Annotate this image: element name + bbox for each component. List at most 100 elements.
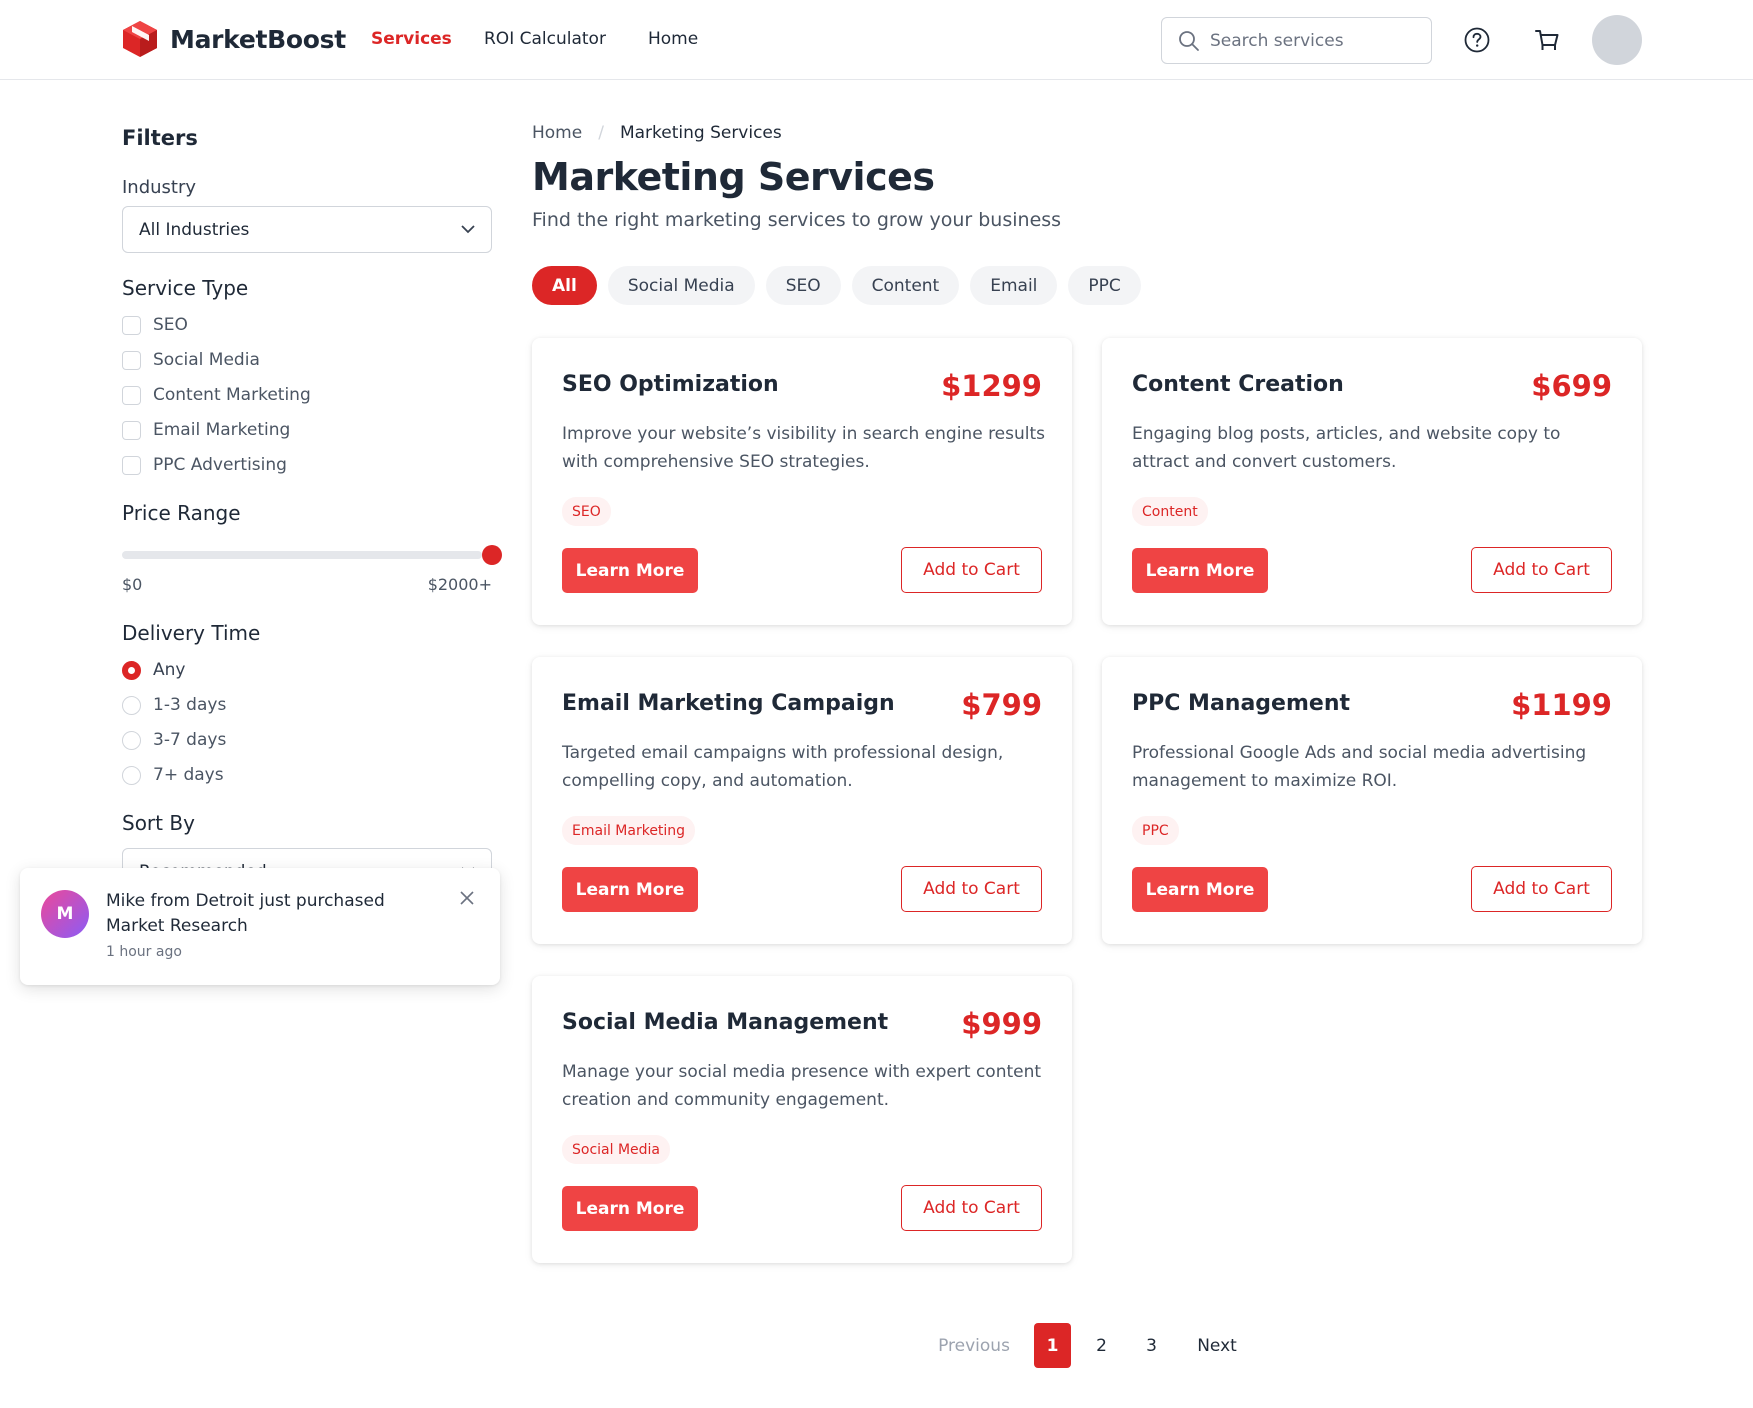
service-tag: SEO [562, 497, 611, 526]
service-title: Social Media Management [562, 1010, 889, 1035]
checkbox-box[interactable] [122, 315, 141, 335]
service-description: Manage your social media presence with e… [562, 1062, 1042, 1110]
service-title: SEO Optimization [562, 372, 779, 397]
sort-by-label: Sort By [122, 811, 195, 835]
price-slider-track[interactable] [122, 551, 482, 559]
radio-button[interactable] [122, 660, 141, 680]
category-chips: All Social Media SEO Content Email PPC [532, 266, 1141, 305]
breadcrumb-home[interactable]: Home [532, 123, 582, 143]
service-price: $1199 [1511, 688, 1612, 722]
purchase-notification-toast: M Mike from Detroit just purchased Marke… [20, 868, 500, 985]
cube-logo-icon [123, 21, 157, 57]
pagination-next[interactable]: Next [1190, 1323, 1244, 1368]
breadcrumb: Home / Marketing Services [532, 123, 782, 143]
service-description: Professional Google Ads and social media… [1132, 743, 1587, 791]
radio-label: Any [153, 660, 186, 680]
pagination-page[interactable]: 1 [1034, 1323, 1071, 1368]
page-subtitle: Find the right marketing services to gro… [532, 209, 1062, 231]
checkbox-ppc-advertising[interactable]: PPC Advertising [122, 455, 287, 475]
checkbox-seo[interactable]: SEO [122, 315, 188, 335]
chip-content[interactable]: Content [851, 266, 960, 305]
breadcrumb-current: Marketing Services [619, 123, 782, 143]
learn-more-button[interactable]: Learn More [562, 548, 698, 593]
search-box[interactable] [1161, 17, 1432, 64]
radio-any[interactable]: Any [122, 660, 185, 680]
service-price: $799 [961, 688, 1042, 722]
help-icon [1464, 27, 1490, 53]
toast-avatar: M [41, 890, 89, 938]
checkbox-email-marketing[interactable]: Email Marketing [122, 420, 290, 440]
checkbox-label: Content Marketing [153, 385, 311, 405]
nav-home[interactable]: Home [648, 29, 698, 49]
radio-label: 3-7 days [153, 730, 227, 750]
pagination-previous[interactable]: Previous [934, 1323, 1014, 1368]
service-title: PPC Management [1132, 691, 1350, 716]
service-card: SEO Optimization $1299 Improve your webs… [532, 338, 1072, 625]
checkbox-label: SEO [153, 315, 188, 335]
add-to-cart-button[interactable]: Add to Cart [901, 547, 1042, 593]
service-description: Improve your website’s visibility in sea… [562, 424, 1046, 472]
service-card: Email Marketing Campaign $799 Targeted e… [532, 657, 1072, 944]
help-button[interactable] [1463, 26, 1491, 54]
top-header: MarketBoost Services ROI Calculator Home [0, 0, 1753, 80]
radio-label: 7+ days [153, 765, 224, 785]
learn-more-button[interactable]: Learn More [562, 867, 698, 912]
add-to-cart-button[interactable]: Add to Cart [1471, 866, 1612, 912]
page-title: Marketing Services [532, 155, 935, 199]
toast-timestamp: 1 hour ago [106, 944, 182, 960]
checkbox-box[interactable] [122, 455, 141, 475]
industry-select[interactable]: All Industries [122, 206, 492, 253]
checkbox-box[interactable] [122, 350, 141, 370]
cart-button[interactable] [1533, 26, 1561, 54]
price-max-label: $2000+ [427, 575, 492, 594]
industry-label: Industry [122, 177, 197, 198]
service-title: Content Creation [1132, 372, 1344, 397]
radio-3-7-days[interactable]: 3-7 days [122, 730, 226, 750]
radio-7-plus-days[interactable]: 7+ days [122, 765, 224, 785]
price-slider-thumb[interactable] [482, 545, 502, 565]
service-card: Content Creation $699 Engaging blog post… [1102, 338, 1642, 625]
price-range-label: Price Range [122, 501, 241, 525]
search-input[interactable] [1210, 30, 1410, 51]
learn-more-button[interactable]: Learn More [1132, 867, 1268, 912]
nav-services[interactable]: Services [371, 29, 452, 49]
filters-title: Filters [122, 126, 198, 150]
service-price: $999 [961, 1007, 1042, 1041]
service-description: Engaging blog posts, articles, and websi… [1132, 424, 1561, 472]
search-icon [1179, 30, 1199, 51]
add-to-cart-button[interactable]: Add to Cart [901, 866, 1042, 912]
checkbox-label: Social Media [153, 350, 260, 370]
radio-label: 1-3 days [153, 695, 227, 715]
service-card: Social Media Management $999 Manage your… [532, 976, 1072, 1263]
radio-button[interactable] [122, 730, 141, 750]
learn-more-button[interactable]: Learn More [562, 1186, 698, 1231]
brand-name: MarketBoost [170, 24, 346, 54]
pagination: Previous 1 2 3 Next [0, 1323, 1753, 1368]
chip-social-media[interactable]: Social Media [607, 266, 755, 305]
nav-roi-calculator[interactable]: ROI Calculator [484, 29, 606, 49]
checkbox-box[interactable] [122, 385, 141, 405]
chip-ppc[interactable]: PPC [1068, 266, 1141, 305]
chip-email[interactable]: Email [970, 266, 1058, 305]
cart-icon [1535, 30, 1559, 50]
learn-more-button[interactable]: Learn More [1132, 548, 1268, 593]
add-to-cart-button[interactable]: Add to Cart [901, 1185, 1042, 1231]
add-to-cart-button[interactable]: Add to Cart [1471, 547, 1612, 593]
service-tag: Email Marketing [562, 816, 696, 845]
checkbox-box[interactable] [122, 420, 141, 440]
radio-button[interactable] [122, 695, 141, 715]
chip-seo[interactable]: SEO [765, 266, 841, 305]
checkbox-content-marketing[interactable]: Content Marketing [122, 385, 311, 405]
checkbox-social-media[interactable]: Social Media [122, 350, 260, 370]
checkbox-label: Email Marketing [153, 420, 291, 440]
service-tag: Content [1132, 497, 1208, 526]
brand-logo[interactable]: MarketBoost [122, 20, 346, 58]
toast-close-button[interactable] [460, 890, 478, 908]
pagination-page[interactable]: 3 [1133, 1323, 1170, 1368]
chip-all[interactable]: All [532, 266, 597, 305]
radio-1-3-days[interactable]: 1-3 days [122, 695, 226, 715]
service-type-label: Service Type [122, 276, 249, 300]
radio-button[interactable] [122, 765, 141, 785]
pagination-page[interactable]: 2 [1083, 1323, 1120, 1368]
user-avatar[interactable] [1592, 15, 1642, 65]
